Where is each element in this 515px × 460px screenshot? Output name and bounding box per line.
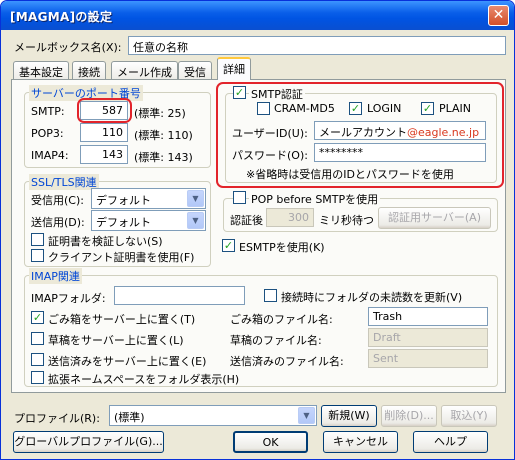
help-button[interactable]: ヘルプ [413, 431, 488, 453]
client-cert-checkbox[interactable] [31, 249, 44, 262]
chevron-down-icon: ▼ [298, 407, 315, 424]
mailbox-name-input[interactable]: 任意の名称 [128, 36, 506, 55]
tab-basic[interactable]: 基本設定 [13, 61, 69, 80]
tab-compose[interactable]: メール作成 [111, 61, 178, 80]
plain-checkbox[interactable]: ✓ [421, 102, 434, 115]
mailbox-name-label: メールボックス名(X): [14, 41, 122, 54]
unread-update-checkbox[interactable] [264, 289, 277, 302]
cram-md5-label: CRAM-MD5 [274, 102, 335, 115]
import-profile-button[interactable]: 取込(Y) [441, 405, 497, 427]
imap4-port-input[interactable]: 143 [80, 145, 128, 164]
wait-input[interactable]: 300 [266, 208, 314, 227]
smtp-auth-checkbox[interactable]: ✓ [233, 86, 246, 99]
trash-server-checkbox[interactable]: ✓ [31, 311, 44, 324]
pop-before-label: POP before SMTPを使用 [249, 191, 381, 207]
user-id-domain: @eagle.ne.jp [407, 126, 480, 139]
draft-server-label: 草稿をサーバー上に置く(L) [48, 334, 184, 347]
password-input[interactable]: ******** [314, 143, 486, 162]
close-button[interactable]: ✕ [488, 5, 509, 26]
sent-name-input[interactable]: Sent [368, 349, 488, 368]
ssl-recv-select[interactable]: デフォルト ▼ [91, 188, 206, 209]
password-label: パスワード(O): [232, 149, 308, 162]
smtp-port-label: SMTP: [31, 105, 65, 118]
cram-md5-checkbox[interactable] [257, 102, 270, 115]
client-cert-label: クライアント証明書を使用(F) [48, 251, 195, 264]
imap-folder-input[interactable] [114, 286, 245, 305]
trash-server-label: ごみ箱をサーバー上に置く(T) [48, 313, 196, 326]
imap4-port-label: IMAP4: [31, 149, 69, 162]
draft-name-label: 草稿のファイル名: [230, 334, 322, 347]
ext-namespace-checkbox[interactable] [31, 371, 44, 384]
verify-cert-checkbox[interactable] [31, 233, 44, 246]
login-label: LOGIN [367, 102, 402, 115]
chevron-down-icon: ▼ [187, 212, 204, 229]
imap-group-legend: IMAP関連 [29, 268, 82, 284]
tab-advanced[interactable]: 詳細 [217, 57, 251, 80]
window-title: [MAGMA]の設定 [10, 10, 113, 24]
ssl-recv-label: 受信用(C): [31, 194, 84, 207]
login-checkbox[interactable]: ✓ [349, 102, 362, 115]
tab-receive[interactable]: 受信 [178, 61, 212, 80]
imap4-default-text: (標準: 143) [134, 151, 193, 164]
esmtp-checkbox[interactable]: ✓ [222, 239, 235, 252]
pop-before-checkbox[interactable] [233, 191, 246, 204]
sent-server-label: 送信済みをサーバー上に置く(E) [48, 355, 207, 368]
draft-name-input[interactable]: Draft [368, 328, 488, 347]
ext-namespace-label: 拡張ネームスペースをフォルダ表示(H) [48, 373, 240, 386]
user-id-value: メールアカウント [319, 126, 407, 139]
verify-cert-label: 証明書を検証しない(S) [48, 235, 163, 248]
ssl-send-select[interactable]: デフォルト ▼ [91, 210, 206, 231]
draft-server-checkbox[interactable] [31, 332, 44, 345]
ssl-group-legend: SSL/TLS関連 [29, 174, 99, 190]
trash-name-input[interactable]: Trash [368, 307, 488, 326]
profile-value: (標準) [114, 411, 145, 424]
smtp-auth-label: SMTP認証 [249, 86, 305, 102]
sent-server-checkbox[interactable] [31, 353, 44, 366]
pop3-port-label: POP3: [31, 127, 64, 140]
smtp-default-text: (標準: 25) [134, 107, 186, 120]
wait-unit: ミリ秒待つ [319, 214, 374, 227]
unread-update-label: 接続時にフォルダの未読数を更新(V) [281, 291, 463, 304]
title-bar: [MAGMA]の設定 ✕ [1, 1, 514, 30]
profile-select[interactable]: (標準) ▼ [109, 405, 317, 426]
plain-label: PLAIN [439, 102, 472, 115]
wait-label: 認証後 [230, 214, 263, 227]
user-id-input[interactable]: メールアカウント@eagle.ne.jp [314, 121, 486, 140]
auth-note-text: ※省略時は受信用のIDとパスワードを使用 [246, 168, 454, 181]
ssl-recv-value: デフォルト [96, 194, 151, 207]
esmtp-label: ESMTPを使用(K) [239, 241, 325, 254]
new-profile-button[interactable]: 新規(W) [321, 405, 377, 427]
delete-profile-button[interactable]: 削除(D)... [381, 405, 437, 427]
ssl-send-value: デフォルト [96, 216, 151, 229]
settings-dialog: [MAGMA]の設定 ✕ メールボックス名(X): 任意の名称 基本設定 接続 … [0, 0, 515, 460]
ok-button[interactable]: OK [233, 431, 308, 453]
profile-label: プロファイル(R): [14, 412, 100, 425]
cancel-button[interactable]: キャンセル [323, 431, 398, 453]
pop3-port-input[interactable]: 110 [80, 123, 128, 142]
trash-name-label: ごみ箱のファイル名: [230, 313, 333, 326]
ssl-send-label: 送信用(D): [31, 216, 85, 229]
pop3-default-text: (標準: 110) [134, 129, 193, 142]
user-id-label: ユーザーID(U): [232, 127, 308, 140]
imap-folder-label: IMAPフォルダ: [31, 292, 106, 305]
smtp-port-highlight [77, 98, 132, 123]
chevron-down-icon: ▼ [187, 190, 204, 207]
global-profile-button[interactable]: グローバルプロファイル(G)... [13, 431, 164, 453]
auth-server-button[interactable]: 認証用サーバー(A) [378, 207, 491, 229]
sent-name-label: 送信済みのファイル名: [230, 355, 344, 368]
tab-connection[interactable]: 接続 [72, 61, 106, 80]
